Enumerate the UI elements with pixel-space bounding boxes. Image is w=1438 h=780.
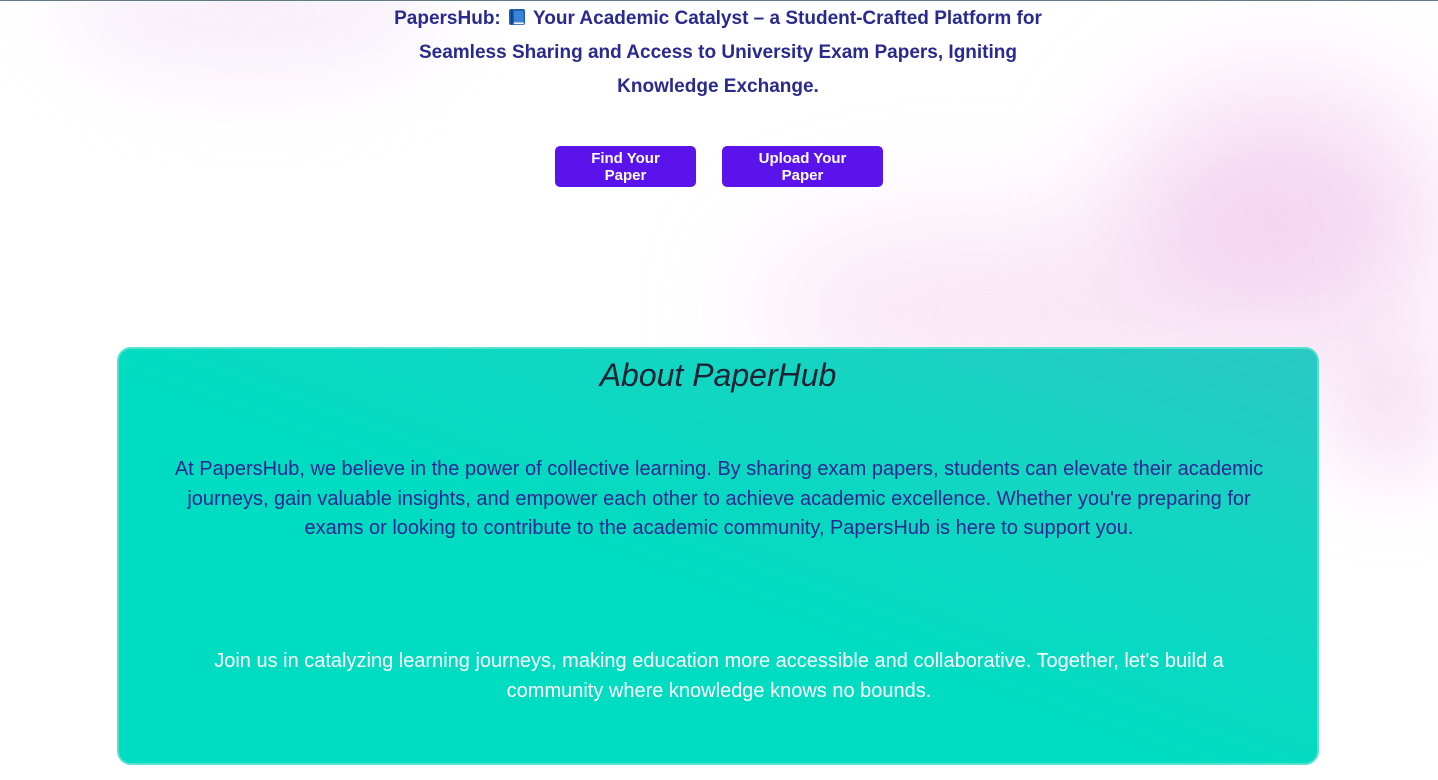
decorative-blob <box>1120 91 1438 351</box>
find-paper-button[interactable]: Find Your Paper <box>555 146 696 187</box>
page: PapersHub: Your Academic Catalyst – a St… <box>0 0 1438 780</box>
hero-buttons: Find Your Paper Upload Your Paper <box>0 146 1438 187</box>
book-icon <box>508 4 526 25</box>
hero-tagline: PapersHub: Your Academic Catalyst – a St… <box>368 2 1068 104</box>
about-paragraph-join: Join us in catalyzing learning journeys,… <box>214 650 1224 702</box>
tagline-prefix: PapersHub: <box>394 8 501 29</box>
decorative-blob <box>1330 331 1438 481</box>
about-paragraph-mission: At PapersHub, we believe in the power of… <box>174 458 1264 539</box>
about-card: About PaperHub At PapersHub, we believe … <box>117 347 1319 765</box>
upload-paper-button[interactable]: Upload Your Paper <box>722 146 883 187</box>
about-title: About PaperHub <box>599 357 837 393</box>
